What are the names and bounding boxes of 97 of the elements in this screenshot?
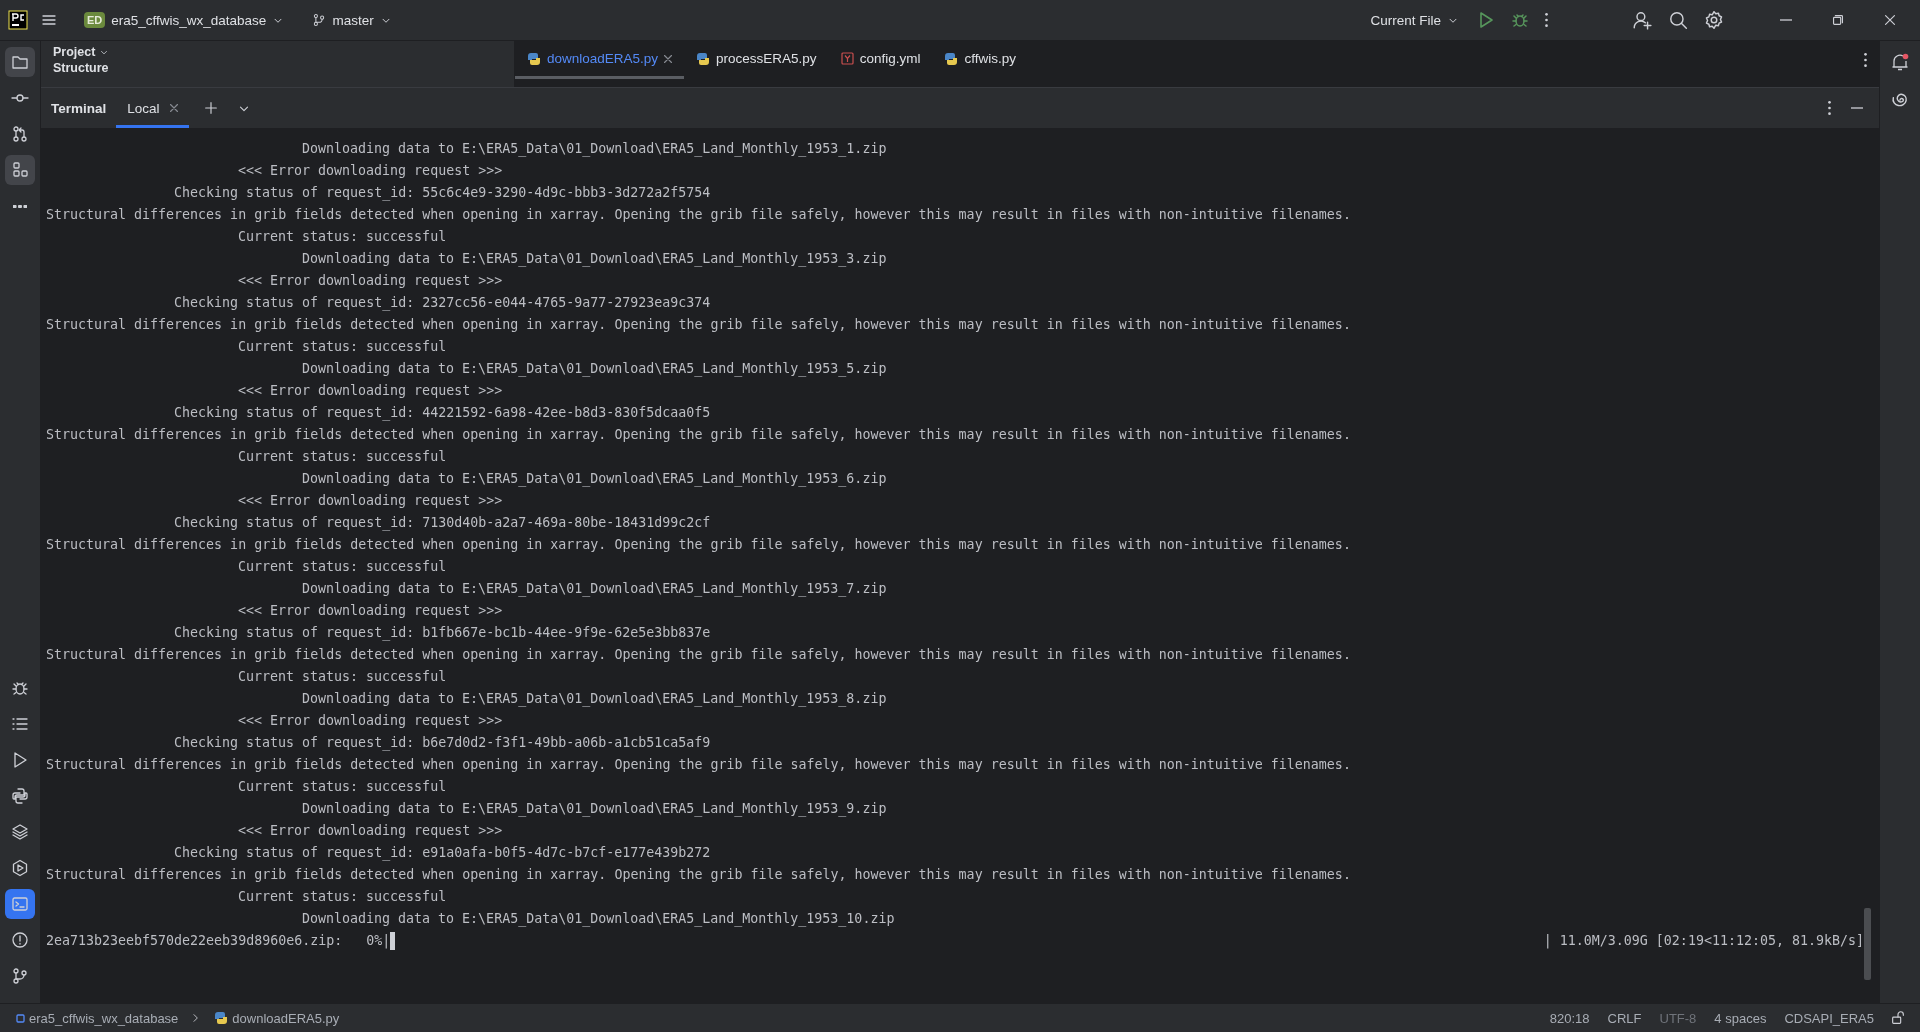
- terminal-line: Current status: successful: [238, 558, 447, 576]
- terminal-line: Checking status of request_id: e91a0afa-b0f5-4d7c-b7cf-e177e439b272: [174, 844, 711, 863]
- more-icon: [13, 204, 27, 208]
- terminal-line: Checking status of request_id: 2327cc56-e044-4765-9a77-27923ea9c374: [174, 294, 711, 313]
- python-icon: [11, 787, 29, 805]
- search-icon: [1668, 10, 1688, 30]
- terminal-line: Checking status of request_id: b6e7d0d2-f3f1-49bb-a06b-a1cb51ca5af9: [174, 734, 711, 753]
- terminal-line: <<< Error downloading request >>>: [238, 712, 503, 730]
- terminal-line: Structural differences in grib fields detected when opening in xarray. Opening the grib file safely, however this may result in files with non-intuitive filenames.: [46, 316, 1351, 334]
- terminal-line: <<< Error downloading request >>>: [238, 162, 503, 180]
- unlock-icon: [1890, 1010, 1906, 1026]
- breadcrumb[interactable]: downloadERA5.py: [208, 1009, 346, 1027]
- terminal-line: <<< Error downloading request >>>: [238, 272, 503, 290]
- terminal-line: Checking status of request_id: 7130d40b-a2a7-469a-80be-18431d99c2cf: [174, 514, 711, 533]
- list-icon: [11, 715, 29, 733]
- panel-title[interactable]: Project: [53, 45, 96, 59]
- close-tab-icon[interactable]: [169, 104, 178, 112]
- tool-window-button[interactable]: [5, 47, 35, 77]
- terminal-line: Current status: successful: [238, 668, 447, 686]
- terminal-line: Downloading data to E:\ERA5_Data\01_Download\ERA5_Land_Monthly_1953_5.zip: [302, 360, 887, 379]
- terminal-line: Structural differences in grib fields detected when opening in xarray. Opening the grib file safely, however this may result in files with non-intuitive filenames.: [46, 866, 1351, 884]
- terminal-line: Structural differences in grib fields detected when opening in xarray. Opening the grib file safely, however this may result in files with non-intuitive filenames.: [46, 426, 1351, 444]
- editor-tab[interactable]: processERA5.py: [684, 41, 829, 79]
- status-item[interactable]: 4 spaces: [1708, 1010, 1773, 1026]
- status-item[interactable]: CRLF: [1601, 1010, 1648, 1026]
- terminal-tab[interactable]: Local: [116, 88, 189, 128]
- status-item[interactable]: CDSAPI_ERA5: [1778, 1010, 1880, 1026]
- branch-selector[interactable]: master: [306, 8, 398, 32]
- python-file-icon: [214, 1011, 229, 1025]
- terminal-line: Current status: successful: [238, 228, 447, 246]
- editor-tab[interactable]: downloadERA5.py: [515, 41, 685, 79]
- breadcrumb[interactable]: era5_cffwis_wx_database: [10, 1009, 185, 1027]
- project-selector[interactable]: ED era5_cffwis_wx_database: [78, 8, 291, 32]
- terminal-line: Structural differences in grib fields detected when opening in xarray. Opening the grib file safely, however this may result in files with non-intuitive filenames.: [46, 206, 1351, 224]
- run-icon: [1477, 11, 1495, 29]
- python-file-icon: [696, 51, 711, 66]
- terminal-icon: [11, 895, 29, 913]
- terminal-line: <<< Error downloading request >>>: [238, 602, 503, 620]
- terminal-line: Downloading data to E:\ERA5_Data\01_Download\ERA5_Land_Monthly_1953_6.zip: [302, 470, 887, 489]
- tool-window-title: Terminal: [51, 100, 107, 116]
- terminal-line: Downloading data to E:\ERA5_Data\01_Download\ERA5_Land_Monthly_1953_3.zip: [302, 250, 887, 269]
- more-vertical-icon: [1864, 53, 1867, 67]
- terminal-line: Current status: successful: [238, 778, 447, 796]
- python-file-icon: [944, 51, 959, 66]
- terminal-line: <<< Error downloading request >>>: [238, 382, 503, 400]
- terminal-line: Downloading data to E:\ERA5_Data\01_Download\ERA5_Land_Monthly_1953_9.zip: [302, 800, 887, 819]
- editor-tab[interactable]: config.yml: [828, 41, 933, 79]
- terminal-line: | 11.0M/3.09G [02:19<11:12:05, 81.9kB/s]: [1543, 932, 1864, 951]
- terminal-line: Checking status of request_id: 44221592-6a98-42ee-b8d3-830f5dcaa0f5: [174, 404, 711, 423]
- terminal-line: Structural differences in grib fields detected when opening in xarray. Opening the grib file safely, however this may result in files with non-intuitive filenames.: [46, 756, 1351, 774]
- panel-title[interactable]: Structure: [53, 61, 502, 75]
- more-vertical-icon: [1545, 13, 1548, 27]
- restore-icon: [1830, 12, 1846, 28]
- run-config-selector[interactable]: Current File: [1364, 8, 1465, 32]
- git-branch-icon: [11, 967, 29, 985]
- more-vertical-icon: [1828, 101, 1831, 115]
- terminal-line: Downloading data to E:\ERA5_Data\01_Download\ERA5_Land_Monthly_1953_7.zip: [302, 580, 887, 599]
- cursor: [390, 932, 396, 950]
- close-icon: [1882, 12, 1898, 28]
- terminal-line: Checking status of request_id: 55c6c4e9-3290-4d9c-bbb3-3d272a2f5754: [174, 184, 711, 203]
- services-icon: [11, 859, 29, 877]
- problems-icon: [11, 931, 29, 949]
- scrollbar[interactable]: [1864, 908, 1871, 980]
- terminal-line: <<< Error downloading request >>>: [238, 822, 503, 840]
- terminal-line: Downloading data to E:\ERA5_Data\01_Download\ERA5_Land_Monthly_1953_10.zip: [302, 910, 895, 929]
- terminal-line: Structural differences in grib fields detected when opening in xarray. Opening the grib file safely, however this may result in files with non-intuitive filenames.: [46, 646, 1351, 664]
- branch-icon: [312, 13, 327, 27]
- close-tab-icon[interactable]: [664, 54, 673, 63]
- terminal-line: Current status: successful: [238, 888, 447, 906]
- yaml-file-icon: [840, 52, 854, 65]
- bell-icon: [1890, 52, 1910, 72]
- editor-tab[interactable]: cffwis.py: [932, 41, 1028, 79]
- terminal-line: Checking status of request_id: b1fb667e-bc1b-44ee-9f9e-62e5e3bb837e: [174, 624, 711, 643]
- tool-window-button[interactable]: [5, 155, 35, 185]
- terminal-line: <<< Error downloading request >>>: [238, 492, 503, 510]
- run-icon: [11, 751, 29, 769]
- folder-icon: [11, 53, 29, 71]
- python-file-icon: [527, 51, 541, 66]
- settings-icon: [1704, 10, 1724, 30]
- bug-icon: [1511, 11, 1529, 29]
- terminal-line: Downloading data to E:\ERA5_Data\01_Download\ERA5_Land_Monthly_1953_1.zip: [302, 140, 887, 159]
- terminal-line: Downloading data to E:\ERA5_Data\01_Download\ERA5_Land_Monthly_1953_8.zip: [302, 690, 887, 709]
- terminal-line: Current status: successful: [238, 448, 447, 466]
- terminal-line: 2ea713b23eebf570de22eeb39d8960e6.zip: 0%|: [46, 932, 391, 951]
- terminal-line: Structural differences in grib fields detected when opening in xarray. Opening the grib file safely, however this may result in files with non-intuitive filenames.: [46, 536, 1351, 554]
- module-icon: [16, 1013, 25, 1023]
- layers-icon: [11, 823, 29, 841]
- add-user-icon: [1632, 10, 1652, 30]
- tool-window-button[interactable]: [5, 889, 35, 919]
- app-logo-icon[interactable]: [8, 10, 28, 30]
- pull-request-icon: [11, 125, 29, 143]
- minimize-icon: [1851, 107, 1863, 109]
- minimize-icon: [1780, 19, 1792, 21]
- plus-icon: [202, 100, 219, 116]
- terminal-line: Current status: successful: [238, 338, 447, 356]
- status-item[interactable]: 820:18: [1543, 1010, 1596, 1026]
- structure-icon: [11, 161, 29, 179]
